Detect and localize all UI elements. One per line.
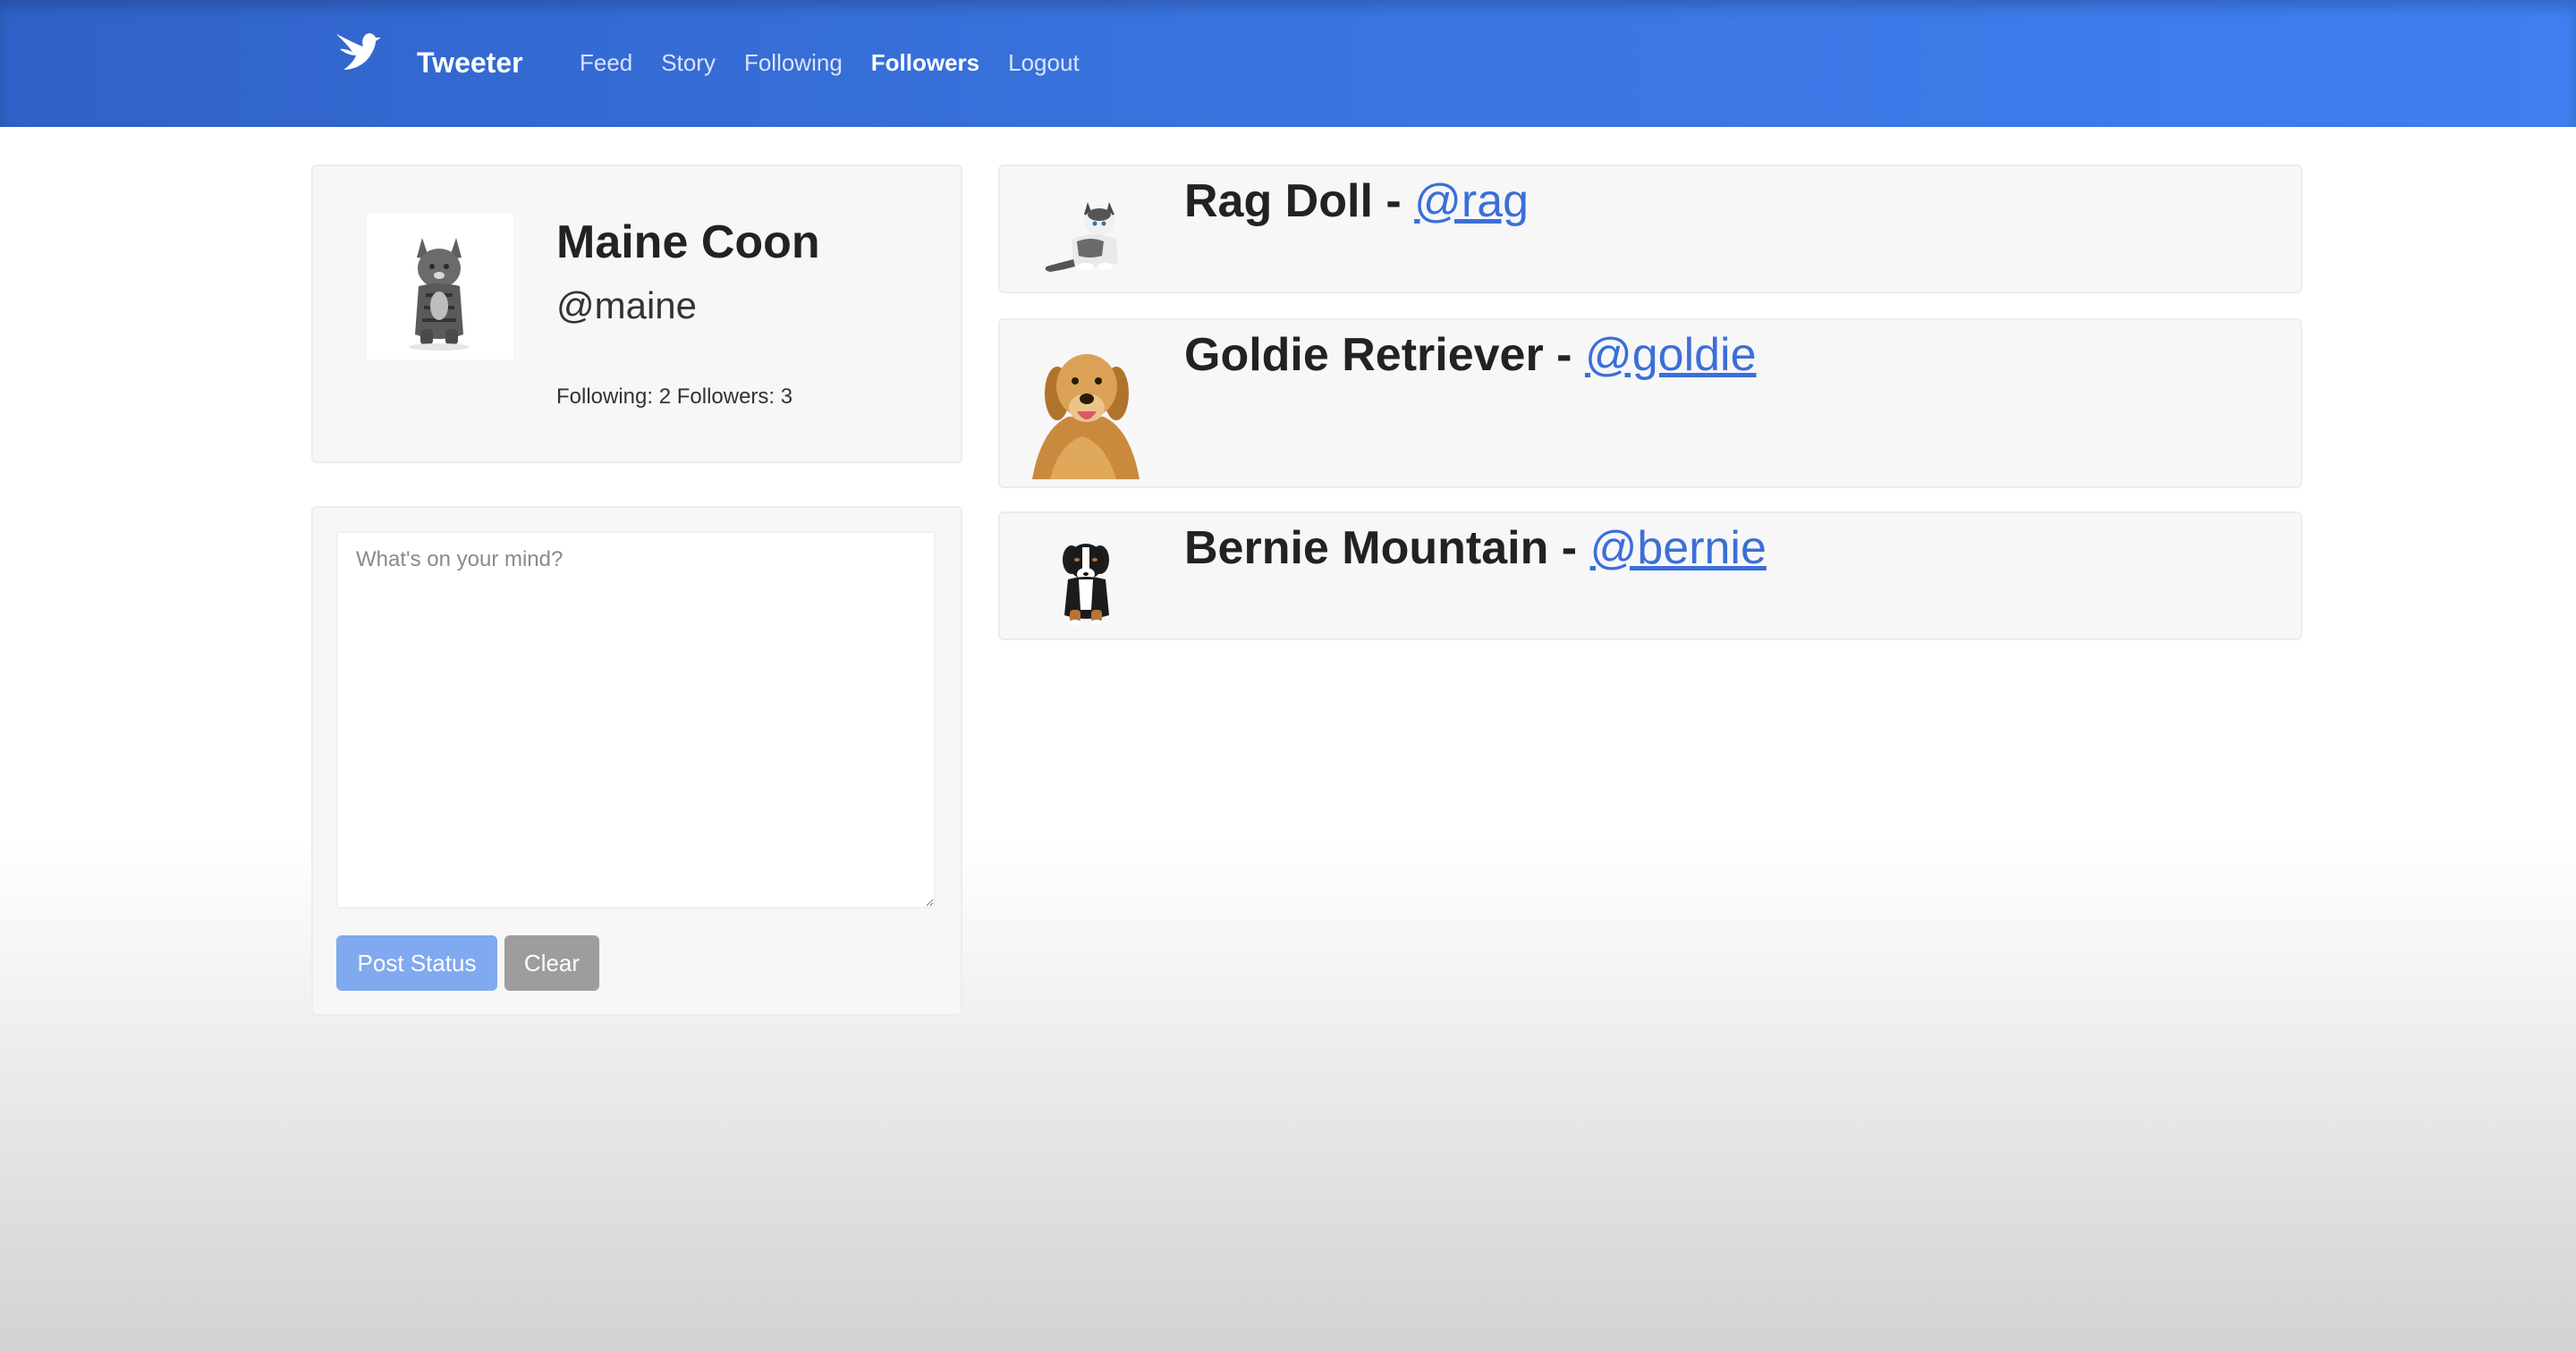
follower-card: Rag Doll - @rag [998, 165, 2302, 293]
clear-button[interactable]: Clear [504, 935, 599, 991]
nav-links: Feed Story Following Followers Logout [580, 43, 1108, 82]
follower-card: Goldie Retriever - @goldie [998, 318, 2302, 488]
follower-handle-link[interactable]: @goldie [1585, 329, 1757, 381]
brand-name[interactable]: Tweeter [417, 43, 523, 82]
follower-name: Bernie Mountain [1184, 522, 1549, 574]
nav-link-logout[interactable]: Logout [1008, 43, 1080, 82]
nav-link-feed[interactable]: Feed [580, 43, 632, 82]
profile-name: Maine Coon [556, 216, 820, 268]
profile-avatar [367, 213, 513, 359]
status-textarea[interactable] [336, 531, 936, 908]
bird-logo-icon[interactable] [331, 27, 385, 80]
post-status-button[interactable]: Post Status [336, 935, 497, 991]
follower-card: Bernie Mountain - @bernie [998, 511, 2302, 640]
profile-handle: @maine [556, 284, 698, 326]
follower-separator: - [1548, 522, 1590, 574]
follower-avatar [1023, 524, 1143, 631]
profile-card: Maine Coon @maine Following: 2 Followers… [311, 165, 962, 463]
follower-handle-link[interactable]: @rag [1414, 175, 1529, 227]
follower-name: Rag Doll [1184, 175, 1373, 227]
follower-title: Goldie Retriever - @goldie [1184, 324, 1757, 386]
profile-stats: Following: 2 Followers: 3 [556, 384, 793, 409]
compose-card: Post Status Clear [311, 506, 962, 1016]
follower-handle-link[interactable]: @bernie [1590, 522, 1767, 574]
nav-link-story[interactable]: Story [661, 43, 716, 82]
top-navbar: Tweeter Feed Story Following Followers L… [0, 0, 2576, 127]
follower-title: Bernie Mountain - @bernie [1184, 517, 1767, 579]
follower-separator: - [1543, 329, 1585, 381]
nav-link-following[interactable]: Following [744, 43, 843, 82]
nav-link-followers[interactable]: Followers [871, 43, 979, 82]
follower-avatar [1023, 177, 1143, 284]
follower-separator: - [1372, 175, 1415, 227]
follower-name: Goldie Retriever [1184, 329, 1544, 381]
follower-avatar [1023, 331, 1143, 479]
follower-title: Rag Doll - @rag [1184, 170, 1529, 232]
